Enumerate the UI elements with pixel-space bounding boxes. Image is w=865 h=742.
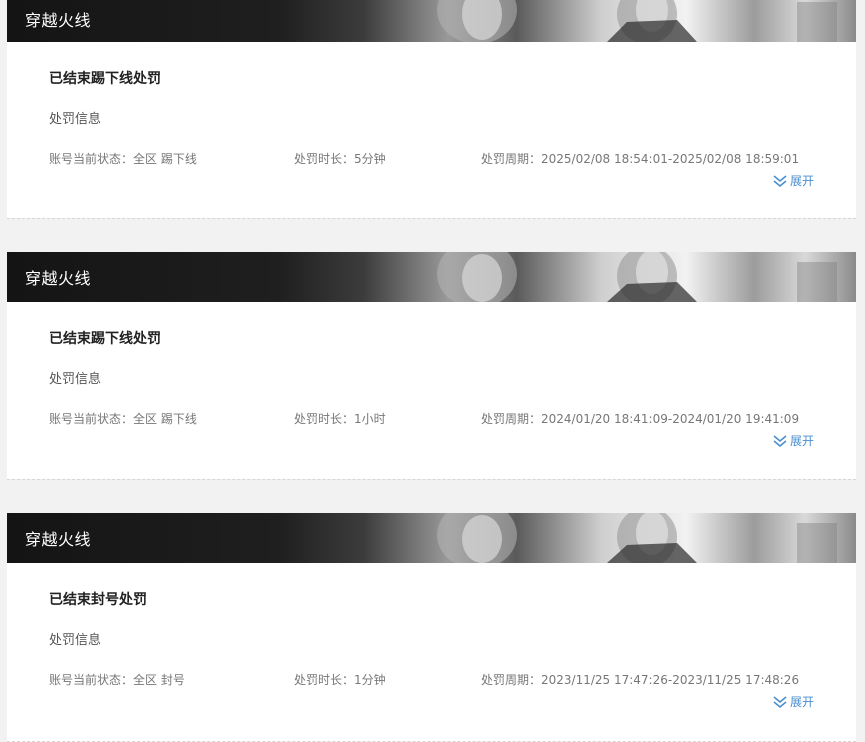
penalty-period: 处罚周期：2023/11/25 17:47:26-2023/11/25 17:4…	[481, 673, 800, 687]
game-name: 穿越火线	[25, 11, 92, 30]
penalty-status-title: 已结束踢下线处罚	[49, 331, 161, 347]
penalty-card: 穿越火线 已结束封号处罚 处罚信息 账号当前状态：全区 封号 处罚时长：1分钟 …	[7, 513, 856, 742]
penalty-period: 处罚周期：2024/01/20 18:41:09-2024/01/20 19:4…	[481, 412, 800, 426]
banner-artwork	[437, 513, 837, 563]
banner-artwork	[437, 0, 837, 42]
game-banner: 穿越火线	[7, 252, 856, 302]
penalty-status-title: 已结束封号处罚	[49, 592, 147, 608]
expand-button[interactable]: 展开	[773, 432, 814, 449]
penalty-record-list: 穿越火线 已结束踢下线处罚 处罚信息 账号当前状态：全区 踢下线 处罚时长：5分…	[0, 0, 865, 742]
double-chevron-down-icon	[773, 695, 787, 708]
game-banner: 穿越火线	[7, 0, 856, 42]
penalty-duration: 处罚时长：5分钟	[294, 152, 386, 166]
penalty-duration: 处罚时长：1小时	[294, 412, 386, 426]
expand-label: 展开	[789, 174, 814, 188]
penalty-section-label: 处罚信息	[49, 633, 102, 648]
game-name: 穿越火线	[25, 530, 92, 549]
penalty-section-label: 处罚信息	[49, 372, 102, 387]
expand-button[interactable]: 展开	[773, 693, 814, 710]
double-chevron-down-icon	[773, 174, 787, 187]
account-status: 账号当前状态：全区 踢下线	[49, 412, 197, 426]
expand-label: 展开	[789, 434, 814, 448]
game-name: 穿越火线	[25, 269, 92, 288]
penalty-section-label: 处罚信息	[49, 112, 102, 127]
penalty-status-title: 已结束踢下线处罚	[49, 71, 161, 87]
card-divider	[7, 218, 856, 219]
penalty-duration: 处罚时长：1分钟	[294, 673, 386, 687]
penalty-card: 穿越火线 已结束踢下线处罚 处罚信息 账号当前状态：全区 踢下线 处罚时长：5分…	[7, 0, 856, 218]
account-status: 账号当前状态：全区 封号	[49, 673, 185, 687]
double-chevron-down-icon	[773, 434, 787, 447]
expand-button[interactable]: 展开	[773, 172, 814, 189]
card-divider	[7, 479, 856, 480]
penalty-card: 穿越火线 已结束踢下线处罚 处罚信息 账号当前状态：全区 踢下线 处罚时长：1小…	[7, 252, 856, 479]
game-banner: 穿越火线	[7, 513, 856, 563]
account-status: 账号当前状态：全区 踢下线	[49, 152, 197, 166]
expand-label: 展开	[789, 695, 814, 709]
banner-artwork	[437, 252, 837, 302]
penalty-period: 处罚周期：2025/02/08 18:54:01-2025/02/08 18:5…	[481, 152, 800, 166]
